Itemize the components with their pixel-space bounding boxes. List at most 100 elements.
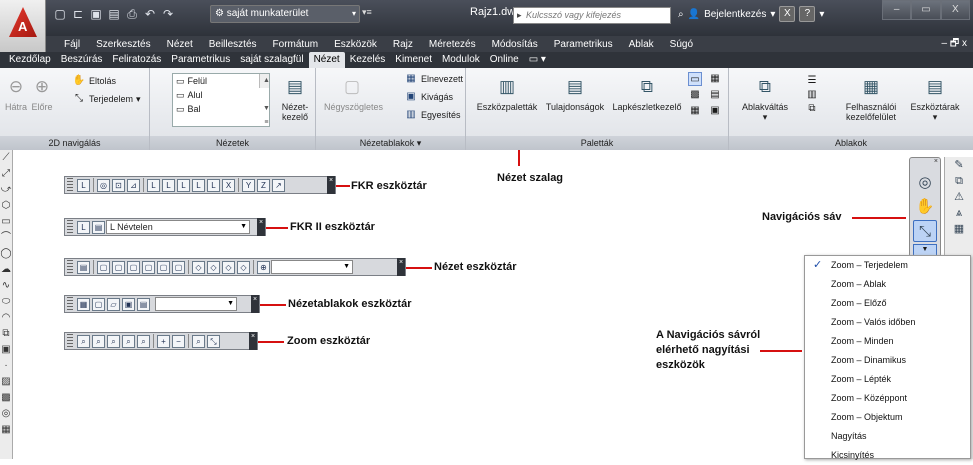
close-icon[interactable]: ×	[257, 218, 265, 236]
back-button[interactable]: ⊖ Hátra	[3, 74, 29, 112]
menu-parametric[interactable]: Parametrikus	[546, 39, 621, 50]
ucs-combo[interactable]: L Névtelen ▼	[106, 220, 250, 234]
tab-custom[interactable]: saját szalagfül	[235, 52, 308, 68]
sw-iso-icon[interactable]: ◇	[192, 260, 205, 274]
back-view-icon[interactable]: ▢	[172, 260, 185, 274]
application-menu-button[interactable]: A	[0, 0, 46, 52]
polygon-icon[interactable]: ⬡	[0, 198, 12, 214]
help-dropdown-icon[interactable]: ▾	[819, 9, 824, 20]
menu-draw[interactable]: Rajz	[385, 39, 421, 50]
zoom-in-icon[interactable]: +	[157, 334, 170, 348]
ucs-world-icon[interactable]: ◎	[97, 178, 110, 192]
grip-handle[interactable]	[67, 220, 73, 234]
tile-horizontal-icon[interactable]: ☰	[805, 74, 819, 88]
tab-extra[interactable]: ▭ ▾	[524, 52, 551, 68]
help-icon[interactable]: ?	[799, 6, 816, 22]
cascade-icon[interactable]: ⧉	[805, 102, 819, 116]
line-icon[interactable]: ⟋	[0, 150, 12, 166]
front-view-icon[interactable]: ▢	[157, 260, 170, 274]
xline-icon[interactable]: ⤢	[0, 166, 12, 182]
hatch-icon[interactable]: ▨	[0, 374, 12, 390]
steeringwheel-icon[interactable]: ◎	[913, 172, 937, 194]
zoom-object-icon[interactable]: ⌕	[137, 334, 150, 348]
tab-annotate[interactable]: Feliratozás	[107, 52, 166, 68]
tab-manage[interactable]: Kezelés	[345, 52, 391, 68]
zoom-center-icon[interactable]: ⌕	[122, 334, 135, 348]
named-viewports-button[interactable]: ▦ Elnevezett	[404, 72, 463, 86]
gradient-icon[interactable]: ▩	[0, 390, 12, 406]
bottom-view-icon[interactable]: ▢	[112, 260, 125, 274]
zoom-scale-icon[interactable]: ⌕	[107, 334, 120, 348]
menu-help[interactable]: Súgó	[662, 39, 701, 50]
mirror-icon[interactable]: ⚠	[945, 189, 973, 205]
pan-button[interactable]: ✋ Eltolás	[72, 74, 116, 88]
ucs-manager-icon[interactable]: ▤	[92, 220, 105, 234]
design-center-icon[interactable]: ▦	[708, 72, 722, 86]
view-combo[interactable]: ▼	[271, 260, 353, 274]
command-line-icon[interactable]: ▭	[688, 72, 702, 86]
ucs-icon[interactable]: L	[77, 178, 90, 192]
dbconnect-icon[interactable]: ▦	[688, 104, 702, 118]
signin-link[interactable]: Bejelentkezés	[704, 9, 766, 20]
open-icon[interactable]: ⊏	[70, 6, 86, 22]
close-icon[interactable]: ×	[327, 176, 335, 194]
zoom-menu-item[interactable]: Nagyítás	[805, 427, 970, 446]
tool-palettes-button[interactable]: ▥ Eszközpaletták	[474, 74, 540, 112]
zoom-extents-nav-icon[interactable]: ⤡	[913, 220, 937, 242]
polygonal-viewport-icon[interactable]: ▱	[107, 297, 120, 311]
print-icon[interactable]: ⎙	[124, 6, 140, 22]
arc-icon[interactable]: ⌒	[0, 230, 12, 246]
view-left[interactable]: ▭ Bal	[173, 102, 269, 116]
right-view-icon[interactable]: ▢	[142, 260, 155, 274]
ucs-zaxis-icon[interactable]: L	[192, 178, 205, 192]
ucs-face-icon[interactable]: ⊿	[127, 178, 140, 192]
ucs-z-icon[interactable]: Z	[257, 178, 270, 192]
convert-object-icon[interactable]: ▣	[122, 297, 135, 311]
ucs-view-icon[interactable]: L	[162, 178, 175, 192]
viewport-scale-combo[interactable]: ▼	[155, 297, 237, 311]
ellipse-icon[interactable]: ⬭	[0, 294, 12, 310]
tab-parametric[interactable]: Parametrikus	[166, 52, 235, 68]
switch-windows-button[interactable]: ⧉ Ablakváltás ▾	[735, 74, 795, 122]
redo-icon[interactable]: ↷	[160, 6, 176, 22]
zoom-menu-item[interactable]: Zoom – Objektum	[805, 408, 970, 427]
ucs-object-icon[interactable]: L	[147, 178, 160, 192]
close-icon[interactable]: ×	[397, 258, 405, 276]
spline-icon[interactable]: ∿	[0, 278, 12, 294]
restore-button[interactable]: ▭	[911, 0, 941, 20]
insert-block-icon[interactable]: ⧉	[0, 326, 12, 342]
zoom-all-icon[interactable]: ⌕	[192, 334, 205, 348]
save-icon[interactable]: ▣	[88, 6, 104, 22]
menu-insert[interactable]: Beillesztés	[201, 39, 265, 50]
view-bottom[interactable]: ▭ Alul	[173, 88, 269, 102]
ne-iso-icon[interactable]: ◇	[222, 260, 235, 274]
zoom-menu-item[interactable]: Zoom – Minden	[805, 332, 970, 351]
tab-view[interactable]: Nézet	[308, 52, 345, 68]
zoom-menu-item[interactable]: Zoom – Valós időben	[805, 313, 970, 332]
grip-handle[interactable]	[67, 334, 73, 348]
menu-window[interactable]: Ablak	[621, 39, 662, 50]
saveas-icon[interactable]: ▤	[106, 6, 122, 22]
tab-output[interactable]: Kimenet	[390, 52, 437, 68]
ucs-y-icon[interactable]: Y	[242, 178, 255, 192]
viewport-dialog-icon[interactable]: ▦	[77, 297, 90, 311]
grip-handle[interactable]	[67, 297, 73, 311]
qat-customize-icon[interactable]: ▾≡	[362, 7, 372, 18]
zoom-window-icon[interactable]: ⌕	[77, 334, 90, 348]
zoom-dynamic-icon[interactable]: ⌕	[92, 334, 105, 348]
search-input[interactable]: ▸ Kulcsszó vagy kifejezés	[513, 7, 671, 24]
menu-file[interactable]: Fájl	[56, 39, 88, 50]
join-viewports-button[interactable]: ▥ Egyesítés	[404, 108, 460, 122]
zoom-menu-item[interactable]: Zoom – Dinamikus	[805, 351, 970, 370]
close-icon[interactable]: ×	[249, 332, 257, 350]
zoom-menu-item[interactable]: ✓ Zoom – Terjedelem	[805, 256, 970, 275]
grip-handle[interactable]	[67, 260, 73, 274]
zoom-menu-item[interactable]: Zoom – Ablak	[805, 275, 970, 294]
sheet-set-manager-button[interactable]: ⧉ Lapkészletkezelő	[610, 74, 684, 112]
zoom-extents-button[interactable]: ⤡ Terjedelem ▾	[72, 92, 141, 106]
rectangular-viewport-button[interactable]: ▢ Négyszögletes	[324, 74, 383, 112]
close-icon[interactable]: ×	[251, 295, 259, 313]
menu-edit[interactable]: Szerkesztés	[88, 39, 158, 50]
tab-online[interactable]: Online	[485, 52, 524, 68]
zoom-out-icon[interactable]: −	[172, 334, 185, 348]
